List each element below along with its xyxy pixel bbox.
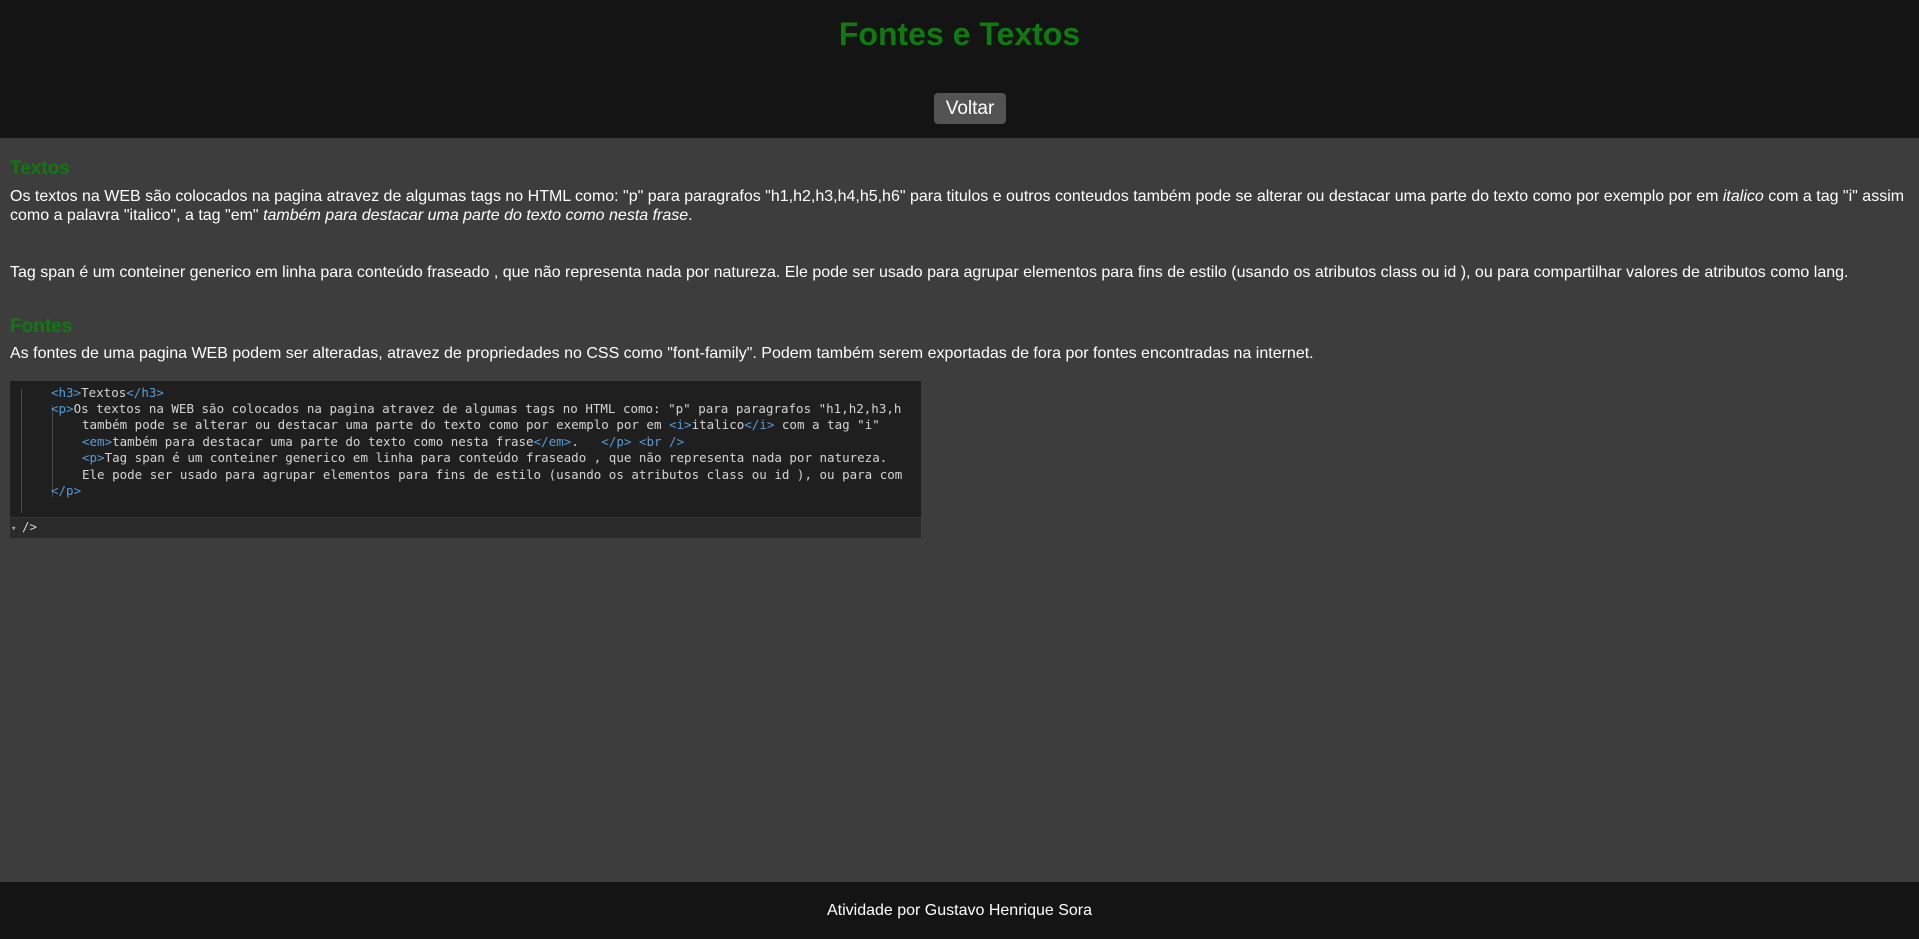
code-text: Ele pode ser usado para agrupar elemento… — [82, 467, 903, 482]
code-tag: <p> — [51, 401, 74, 416]
italic-example: italico — [1722, 188, 1764, 205]
emphasis-example: também para destacar uma parte do texto … — [263, 207, 689, 224]
code-text: Textos — [81, 385, 127, 400]
fold-arrow-icon: ▾ — [11, 524, 17, 534]
code-line: <em>também para destacar uma parte do te… — [82, 434, 684, 451]
code-text: também para destacar uma parte do texto … — [112, 434, 534, 449]
indent-guide — [21, 389, 22, 513]
code-line: <p>Os textos na WEB são colocados na pag… — [51, 401, 901, 418]
code-line: /> — [22, 519, 37, 536]
page-footer: Atividade por Gustavo Henrique Sora — [0, 882, 1919, 939]
code-screenshot: <h3>Textos</h3> <p>Os textos na WEB são … — [10, 381, 921, 538]
code-text: italico — [691, 417, 745, 432]
textos-p1-part-c: . — [688, 207, 693, 224]
code-line: <h3>Textos</h3> — [51, 385, 164, 402]
current-line-highlight — [10, 517, 921, 538]
section-fontes: Fontes As fontes de uma pagina WEB podem… — [10, 316, 1909, 363]
back-button[interactable]: Voltar — [934, 93, 1006, 124]
code-tag: </i> — [744, 417, 775, 432]
code-text: com a tag "i" — [774, 417, 880, 432]
code-tag: <em> — [82, 434, 113, 449]
code-tag: <i> — [669, 417, 692, 432]
page-title: Fontes e Textos — [838, 16, 1081, 52]
code-tag: <h3> — [51, 385, 82, 400]
textos-p1-part-a: Os textos na WEB são colocados na pagina… — [10, 188, 1723, 205]
footer-credit: Atividade por Gustavo Henrique Sora — [826, 902, 1093, 919]
code-line: Ele pode ser usado para agrupar elemento… — [82, 467, 902, 484]
code-tag: </em> — [533, 434, 572, 449]
code-text: também pode se alterar ou destacar uma p… — [82, 417, 669, 432]
section-textos: Textos Os textos na WEB são colocados na… — [10, 138, 1909, 282]
code-text: Tag span é um conteiner generico em linh… — [104, 450, 888, 465]
textos-heading: Textos — [10, 158, 70, 179]
main-content: Textos Os textos na WEB são colocados na… — [0, 138, 1919, 538]
code-text: /> — [22, 519, 38, 534]
code-tag: <br /> — [638, 434, 685, 449]
span-paragraph: Tag span é um conteiner generico em linh… — [10, 264, 1849, 281]
code-tag: </h3> — [126, 385, 164, 400]
code-tag: </p> — [601, 434, 632, 449]
fontes-paragraph: As fontes de uma pagina WEB podem ser al… — [10, 345, 1314, 362]
code-line: </p> — [51, 483, 81, 500]
fontes-heading: Fontes — [10, 316, 73, 337]
code-line: <p>Tag span é um conteiner generico em l… — [82, 450, 887, 467]
code-tag: </p> — [51, 483, 82, 498]
code-line: também pode se alterar ou destacar uma p… — [82, 417, 880, 434]
code-text: . — [571, 434, 602, 449]
page-header: Fontes e Textos Voltar — [0, 0, 1919, 138]
textos-paragraph: Os textos na WEB são colocados na pagina… — [10, 187, 1910, 225]
code-text: Os textos na WEB são colocados na pagina… — [73, 401, 902, 416]
code-tag: <p> — [82, 450, 105, 465]
